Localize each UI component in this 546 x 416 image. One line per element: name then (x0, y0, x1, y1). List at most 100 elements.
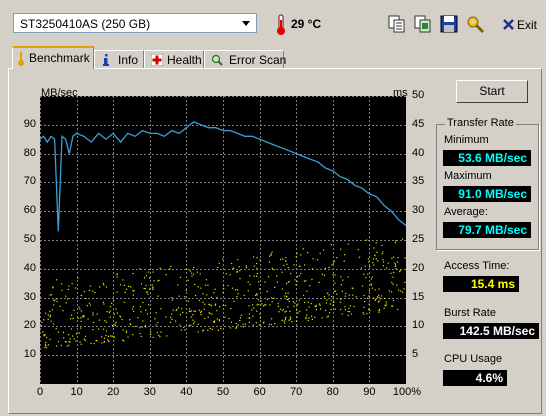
scatter-point (340, 276, 342, 278)
save-icon[interactable] (438, 13, 460, 35)
scatter-point (392, 299, 395, 302)
scatter-point (157, 280, 159, 282)
scatter-point (378, 311, 380, 313)
scatter-point (305, 318, 307, 320)
scatter-point (200, 311, 202, 314)
tab-benchmark[interactable]: Benchmark (12, 46, 94, 69)
scatter-point (274, 286, 276, 288)
scatter-point (152, 286, 154, 288)
scatter-point (108, 311, 110, 313)
scatter-point (310, 303, 312, 305)
scatter-point (108, 340, 110, 342)
scatter-point (189, 270, 191, 272)
scatter-point (330, 309, 332, 311)
y-tick-label-right: 35 (412, 175, 425, 188)
scatter-point (73, 338, 75, 340)
scatter-point (114, 324, 116, 327)
scatter-point (382, 261, 385, 263)
scatter-point (87, 318, 89, 320)
scatter-point (317, 259, 319, 261)
cpu-usage-label: CPU Usage (444, 353, 503, 365)
scatter-point (300, 272, 302, 275)
scatter-point (208, 303, 210, 305)
options-icon[interactable] (464, 13, 486, 35)
x-tick-label: 70 (290, 386, 303, 398)
scatter-point (110, 335, 112, 337)
scatter-point (289, 310, 291, 312)
copy-text-icon[interactable] (386, 13, 408, 35)
scatter-point (397, 256, 399, 259)
scatter-point (220, 328, 222, 330)
scatter-point (248, 321, 250, 323)
scatter-point (129, 323, 131, 325)
scatter-point (197, 331, 199, 333)
scatter-point (45, 344, 47, 347)
scatter-point (315, 308, 317, 311)
y-tick-label-right: 10 (412, 319, 425, 332)
scatter-point (214, 288, 216, 290)
scatter-point (292, 301, 295, 303)
scatter-point (105, 334, 107, 337)
scatter-point (281, 271, 283, 273)
scatter-point (60, 344, 62, 346)
scatter-point (348, 307, 350, 309)
scatter-point (188, 324, 190, 326)
scatter-point (369, 309, 371, 312)
scatter-point (132, 306, 135, 308)
scatter-point (242, 323, 244, 325)
scatter-point (103, 341, 105, 343)
tab-error-scan[interactable]: Error Scan (204, 50, 286, 68)
scatter-point (65, 302, 67, 304)
scatter-point (361, 285, 363, 287)
tab-health[interactable]: Health (144, 50, 204, 68)
start-button[interactable]: Start (456, 80, 528, 103)
scatter-point (327, 315, 329, 317)
scatter-point (92, 329, 94, 331)
scatter-point (72, 318, 74, 320)
copy-screenshot-icon[interactable] (412, 13, 434, 35)
exit-button[interactable]: Exit (500, 15, 542, 35)
scatter-point (188, 308, 190, 310)
scatter-point (365, 239, 368, 241)
scatter-point (157, 322, 159, 324)
scatter-point (344, 308, 346, 311)
scatter-point (114, 323, 116, 325)
scatter-point (253, 275, 255, 277)
scatter-point (244, 323, 247, 325)
scatter-point (80, 320, 82, 322)
scatter-point (140, 283, 143, 285)
scatter-point (49, 294, 51, 296)
scatter-point (298, 275, 300, 277)
scatter-point (320, 308, 322, 310)
scatter-point (306, 309, 308, 311)
scatter-point (274, 323, 276, 325)
scatter-point (311, 278, 313, 280)
scatter-point (309, 285, 311, 287)
scatter-point (351, 287, 353, 289)
scatter-point (381, 253, 383, 255)
y-tick-label-right: 40 (412, 146, 425, 159)
scatter-point (222, 291, 224, 293)
drive-select[interactable]: ST3250410AS (250 GB) (13, 13, 257, 33)
tab-info[interactable]: Info (94, 50, 144, 68)
scatter-point (104, 320, 106, 322)
scatter-point (175, 310, 177, 312)
scatter-point (194, 310, 196, 312)
scatter-point (235, 323, 237, 325)
scatter-point (314, 316, 316, 318)
scatter-point (191, 272, 193, 274)
scatter-point (370, 284, 372, 286)
scatter-point (270, 254, 272, 256)
scatter-point (224, 305, 227, 307)
scatter-point (367, 258, 369, 260)
scatter-point (377, 260, 379, 262)
scatter-point (192, 323, 195, 325)
scatter-point (286, 298, 288, 301)
scatter-point (209, 327, 211, 329)
scatter-point (79, 341, 81, 343)
magnifier-icon (211, 54, 223, 66)
scatter-point (90, 342, 92, 344)
scatter-point (93, 321, 95, 323)
scatter-point (402, 291, 404, 293)
scatter-point (334, 282, 336, 284)
